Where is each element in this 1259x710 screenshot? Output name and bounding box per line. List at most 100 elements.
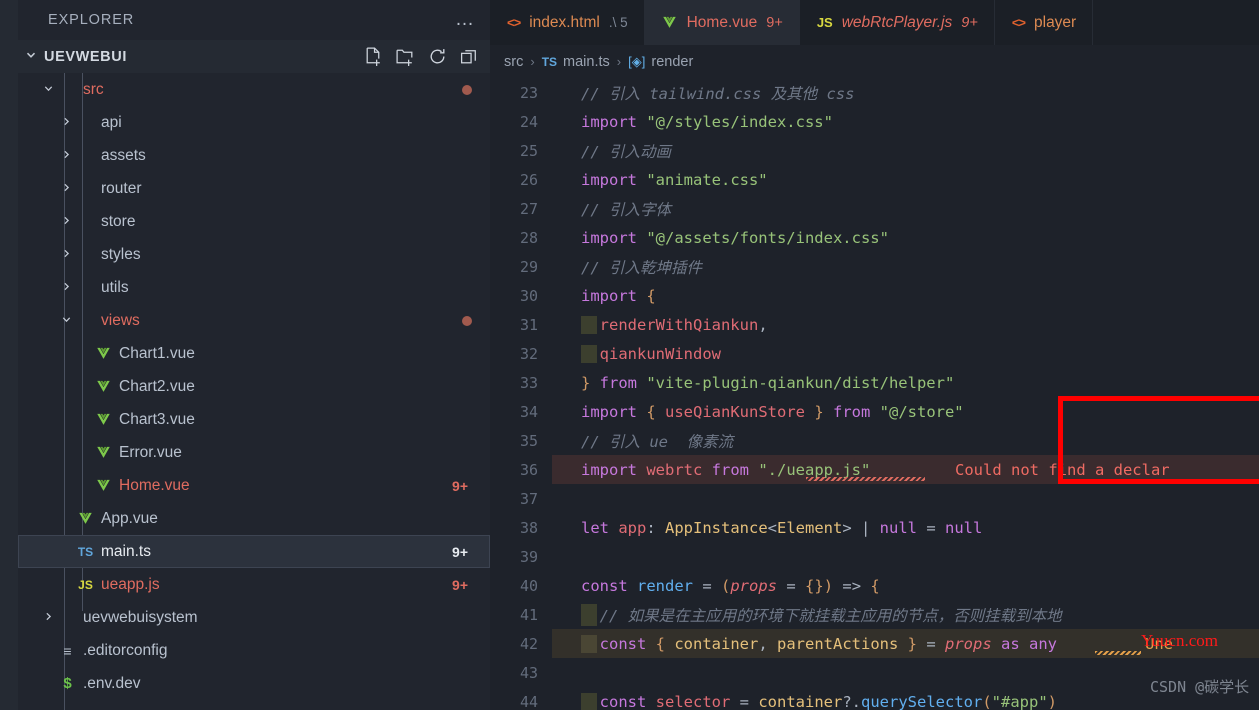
tree-item-label: Chart1.vue [119, 344, 195, 362]
code-token: import [581, 460, 647, 479]
chevron-down-icon[interactable] [40, 83, 57, 97]
code-line-33[interactable]: 33} from "vite-plugin-qiankun/dist/helpe… [490, 368, 1259, 397]
code-line-41[interactable]: 41 // 如果是在主应用的环境下就挂载主应用的节点，否则挂载到本地 [490, 600, 1259, 629]
code-token: // 引入字体 [581, 200, 671, 219]
line-number: 32 [519, 344, 538, 363]
tree-item-ueapp-js[interactable]: JS ueapp.js 9+ [18, 568, 490, 601]
tree-item-api[interactable]: api [18, 106, 490, 139]
code-line-43[interactable]: 43 [490, 658, 1259, 687]
code-editor[interactable]: Yuucn.com CSDN @碳学长 23 // 引入 tailwind.css… [490, 78, 1259, 710]
tree-item-label: assets [101, 146, 146, 164]
warning-squiggle [1095, 651, 1141, 655]
tree-item-chart1-vue[interactable]: Chart1.vue [18, 337, 490, 370]
code-line-32[interactable]: 32 qiankunWindow [490, 339, 1259, 368]
code-line-37[interactable]: 37 [490, 484, 1259, 513]
code-line-39[interactable]: 39 [490, 542, 1259, 571]
line-content: import { useQianKunStore } from "@/store… [552, 403, 964, 421]
code-line-27[interactable]: 27 // 引入字体 [490, 194, 1259, 223]
code-line-35[interactable]: 35 // 引入 ue 像素流 [490, 426, 1259, 455]
workspace-folder-header[interactable]: UEVWEBUI [18, 40, 490, 73]
indent-highlight [581, 692, 597, 710]
code-token: , [758, 634, 777, 653]
code-line-34[interactable]: 34 import { useQianKunStore } from "@/sto… [490, 397, 1259, 426]
line-number: 29 [519, 257, 538, 276]
inline-error-message: Could not find a declar [955, 460, 1170, 479]
code-token: as [1001, 634, 1029, 653]
editor-tab-index-html[interactable]: <> index.html .\ 5 [490, 0, 645, 45]
vue-file-icon [93, 379, 114, 394]
vue-file-icon [75, 511, 96, 526]
config-file-icon: ≡ [63, 642, 72, 659]
code-token: "./ueapp.js" [758, 460, 871, 479]
line-number: 25 [519, 141, 538, 160]
code-line-23[interactable]: 23 // 引入 tailwind.css 及其他 css [490, 78, 1259, 107]
tree-item-chart2-vue[interactable]: Chart2.vue [18, 370, 490, 403]
editor-tab-player[interactable]: <> player [994, 0, 1094, 45]
chevron-right-icon[interactable] [58, 149, 75, 163]
tree-item-main-ts[interactable]: TS main.ts 9+ [18, 535, 490, 568]
tree-item-assets[interactable]: assets [18, 139, 490, 172]
refresh-icon[interactable] [427, 46, 448, 67]
editor-tab-webrtcplayer-js[interactable]: JS webRtcPlayer.js 9+ [799, 0, 995, 45]
code-line-24[interactable]: 24 import "@/styles/index.css" [490, 107, 1259, 136]
tree-item-editorconfig[interactable]: ≡ .editorconfig [18, 634, 490, 667]
chevron-right-icon[interactable] [40, 611, 57, 625]
line-number: 40 [519, 576, 538, 595]
breadcrumb-item-render[interactable]: [◈] render [628, 54, 693, 70]
chevron-right-icon[interactable] [58, 215, 75, 229]
file-tree[interactable]: src api assets router store styles utils views C… [18, 73, 490, 710]
tree-item-label: router [101, 179, 142, 197]
chevron-right-icon[interactable] [58, 248, 75, 262]
line-content: let app: AppInstance<Element> | null = n… [552, 519, 982, 537]
line-number: 31 [519, 315, 538, 334]
tree-item-src[interactable]: src [18, 73, 490, 106]
js-icon: JS [816, 15, 833, 30]
code-line-28[interactable]: 28 import "@/assets/fonts/index.css" [490, 223, 1259, 252]
tree-item-error-vue[interactable]: Error.vue [18, 436, 490, 469]
code-line-40[interactable]: 40 const render = (props = {}) => { [490, 571, 1259, 600]
chevron-right-icon[interactable] [58, 281, 75, 295]
line-number: 41 [519, 605, 538, 624]
code-token: render [637, 576, 703, 595]
tree-item-utils[interactable]: utils [18, 271, 490, 304]
ts-file-icon: TS [77, 544, 94, 559]
code-line-30[interactable]: 30 import { [490, 281, 1259, 310]
code-line-25[interactable]: 25 // 引入动画 [490, 136, 1259, 165]
code-line-38[interactable]: 38 let app: AppInstance<Element> | null =… [490, 513, 1259, 542]
code-token: ( [721, 576, 731, 595]
code-line-29[interactable]: 29 // 引入乾坤插件 [490, 252, 1259, 281]
code-token: < [767, 518, 777, 537]
code-line-44[interactable]: 44 const selector = container?.querySele… [490, 687, 1259, 710]
activity-bar[interactable] [0, 0, 18, 710]
code-token: = [786, 576, 806, 595]
code-line-31[interactable]: 31 renderWithQiankun, [490, 310, 1259, 339]
tree-item-home-vue[interactable]: Home.vue 9+ [18, 469, 490, 502]
new-folder-icon[interactable] [395, 46, 416, 67]
tree-item-store[interactable]: store [18, 205, 490, 238]
breadcrumb[interactable]: src › TS main.ts › [◈] render [490, 45, 1259, 78]
chevron-right-icon[interactable] [58, 182, 75, 196]
code-token: container [758, 692, 843, 710]
editor-tabs[interactable]: <> index.html .\ 5 Home.vue 9+ JS webRtcPlayer… [490, 0, 1259, 45]
editor-tab-home-vue[interactable]: Home.vue 9+ [644, 0, 800, 45]
tree-item-chart3-vue[interactable]: Chart3.vue [18, 403, 490, 436]
tree-item-label: main.ts [101, 542, 151, 560]
chevron-right-icon[interactable] [58, 116, 75, 130]
tree-item-views[interactable]: views [18, 304, 490, 337]
collapse-all-icon[interactable] [459, 46, 480, 67]
breadcrumb-item-src[interactable]: src [504, 54, 523, 70]
editor-area: <> index.html .\ 5 Home.vue 9+ JS webRtcPlayer… [490, 0, 1259, 710]
tree-item-styles[interactable]: styles [18, 238, 490, 271]
tree-item-env-dev[interactable]: $ .env.dev [18, 667, 490, 700]
breadcrumb-item-main-ts[interactable]: TS main.ts [542, 54, 610, 70]
code-line-26[interactable]: 26 import "animate.css" [490, 165, 1259, 194]
tree-item-app-vue[interactable]: App.vue [18, 502, 490, 535]
line-content: // 如果是在主应用的环境下就挂载主应用的节点，否则挂载到本地 [552, 603, 1062, 626]
tree-item-router[interactable]: router [18, 172, 490, 205]
explorer-more-actions-icon[interactable]: … [455, 10, 476, 29]
tree-item-uevwebuisystem[interactable]: uevwebuisystem [18, 601, 490, 634]
code-token: "@/styles/index.css" [646, 112, 833, 131]
new-file-icon[interactable] [363, 46, 384, 67]
code-token: renderWithQiankun [581, 315, 759, 334]
chevron-down-icon[interactable] [58, 314, 75, 328]
